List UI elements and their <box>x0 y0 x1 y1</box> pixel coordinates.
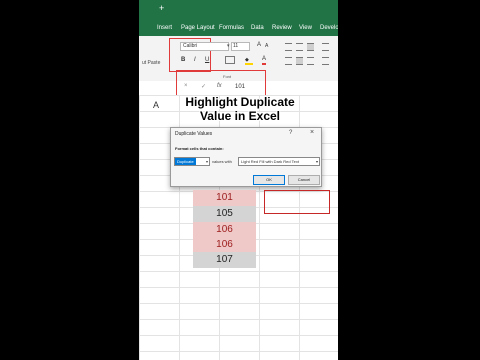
cell-value[interactable]: 105 <box>193 206 256 222</box>
headline-line-1: Highlight Duplicate <box>185 95 295 109</box>
tab-insert[interactable]: Insert <box>157 23 172 33</box>
cell-value[interactable]: 106 <box>193 237 256 253</box>
cell-value[interactable]: 101 <box>193 190 256 206</box>
cell-value[interactable]: 106 <box>193 222 256 238</box>
fill-color-icon[interactable]: ◆ <box>245 56 253 65</box>
duplicate-type-value: Duplicate <box>175 158 196 165</box>
chevron-down-icon: ▾ <box>315 159 318 164</box>
dialog-label: Format cells that contain: <box>175 146 224 151</box>
underline-button[interactable]: U <box>205 56 209 64</box>
font-size-dropdown[interactable]: 11 <box>231 42 250 51</box>
font-name-dropdown[interactable]: Calibri <box>180 42 229 51</box>
video-headline: Highlight Duplicate Value in Excel <box>170 95 310 123</box>
align-bottom-icon[interactable] <box>307 43 314 51</box>
indent-icon[interactable] <box>322 57 329 65</box>
tab-data[interactable]: Data <box>251 23 264 33</box>
help-icon[interactable]: ? <box>289 130 292 136</box>
align-middle-icon[interactable] <box>296 43 303 51</box>
values-with-label: values with <box>212 159 232 164</box>
tab-formulas[interactable]: Formulas <box>219 23 244 33</box>
format-value: Light Red Fill with Dark Red Text <box>241 159 299 164</box>
column-header-a[interactable]: A <box>153 100 159 110</box>
borders-icon[interactable] <box>225 56 235 64</box>
highlight-box-formula <box>176 70 266 98</box>
duplicate-type-select[interactable]: Duplicate ▾ <box>174 157 210 166</box>
grow-font-button[interactable]: A <box>257 41 261 49</box>
highlight-box-cell <box>264 190 330 214</box>
close-icon[interactable]: × <box>310 129 314 136</box>
cell-value[interactable]: 107 <box>193 252 256 268</box>
font-dropdown-arrow-icon[interactable]: ▾ <box>227 43 230 49</box>
tab-developer[interactable]: Develo <box>320 23 338 33</box>
bold-button[interactable]: B <box>181 56 185 64</box>
shrink-font-button[interactable]: A <box>265 42 268 50</box>
chevron-down-icon: ▾ <box>205 159 208 164</box>
new-sheet-plus-icon[interactable]: + <box>159 4 164 13</box>
title-bar: + <box>139 0 338 20</box>
orientation-icon[interactable] <box>322 43 329 51</box>
duplicate-values-dialog: Duplicate Values ? × Format cells that c… <box>170 127 322 187</box>
font-color-button[interactable]: A <box>262 55 267 65</box>
cancel-button[interactable]: Cancel <box>288 175 320 185</box>
tab-page-layout[interactable]: Page Layout <box>181 23 215 33</box>
paste-label: ut Paste <box>142 60 161 66</box>
align-left-icon[interactable] <box>285 57 292 65</box>
tab-view[interactable]: View <box>299 23 312 33</box>
tab-review[interactable]: Review <box>272 23 292 33</box>
dialog-title: Duplicate Values <box>175 131 213 137</box>
align-right-icon[interactable] <box>307 57 314 65</box>
headline-line-2: Value in Excel <box>199 109 281 123</box>
ok-button[interactable]: OK <box>253 175 285 185</box>
italic-button[interactable]: I <box>194 56 196 64</box>
align-top-icon[interactable] <box>285 43 292 51</box>
format-select[interactable]: Light Red Fill with Dark Red Text ▾ <box>238 157 320 166</box>
ribbon-tabs: Insert Page Layout Formulas Data Review … <box>139 20 338 36</box>
align-center-icon[interactable] <box>296 57 303 65</box>
